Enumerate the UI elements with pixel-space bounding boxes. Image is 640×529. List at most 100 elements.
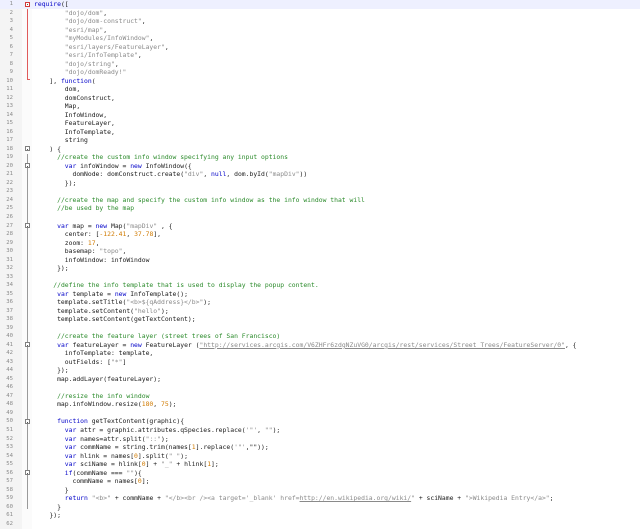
code-line[interactable]: 10 ], function( [0, 77, 640, 86]
fold-toggle-icon[interactable] [25, 1, 30, 7]
code-token: template = [68, 289, 115, 298]
code-line[interactable]: 20 var infoWindow = new InfoWindow({ [0, 162, 640, 171]
code-token: featureLayer = [68, 340, 131, 349]
code-line[interactable]: 51 var attr = graphic.attributes.qSpecie… [0, 426, 640, 435]
code-line[interactable]: 45 map.addLayer(featureLayer); [0, 375, 640, 384]
code-line[interactable]: 50 function getTextContent(graphic){ [0, 417, 640, 426]
fold-toggle-icon[interactable] [25, 146, 30, 152]
code-line[interactable]: 55 var sciName = hlink[0] + "_" + hlink[… [0, 460, 640, 469]
code-line[interactable]: 48 map.infoWindow.resize(180, 75); [0, 400, 640, 409]
code-text: var attr = graphic.attributes.qSpecies.r… [34, 426, 281, 435]
code-text: template.setContent("hello"); [34, 307, 169, 316]
number-token: -122.41 [99, 230, 127, 239]
code-line[interactable]: 57 commName = names[0]; [0, 477, 640, 486]
code-line[interactable]: 17 string [0, 136, 640, 145]
fold-toggle-icon[interactable] [25, 418, 30, 424]
code-line[interactable]: 39 [0, 324, 640, 333]
code-token: , [137, 51, 142, 60]
comment-token: //create the custom info window specifyi… [57, 153, 288, 162]
code-line[interactable]: 61 }); [0, 511, 640, 520]
code-line[interactable]: 58 } [0, 486, 640, 495]
code-line[interactable]: 54 var hlink = names[0].split(" "); [0, 452, 640, 461]
code-line[interactable]: 8 "dojo/string", [0, 60, 640, 69]
code-line[interactable]: 31 infoWindow: infoWindow [0, 256, 640, 265]
fold-toggle-icon[interactable] [25, 163, 30, 169]
code-line[interactable]: 18 ) { [0, 145, 640, 154]
code-line[interactable]: 37 template.setContent("hello"); [0, 307, 640, 316]
line-number: 9 [9, 69, 13, 76]
code-line[interactable]: 47 //resize the info window [0, 392, 640, 401]
code-line[interactable]: 40 //create the feature layer (street tr… [0, 332, 640, 341]
line-number: 2 [9, 9, 13, 16]
code-line[interactable]: 12 domConstruct, [0, 94, 640, 103]
line-number: 33 [6, 273, 13, 280]
code-line[interactable]: 15 FeatureLayer, [0, 119, 640, 128]
code-line[interactable]: 25 //be used by the map [0, 204, 640, 213]
code-line[interactable]: 19 //create the custom info window speci… [0, 153, 640, 162]
keyword-token: var [57, 340, 69, 349]
code-token: InfoTemplate, [34, 127, 115, 136]
code-text: map.addLayer(featureLayer); [34, 375, 161, 384]
code-line[interactable]: 27 var map = new Map("mapDiv" , { [0, 222, 640, 231]
code-line[interactable]: 6 "esri/layers/FeatureLayer", [0, 43, 640, 52]
code-line[interactable]: 7 "esri/InfoTemplate", [0, 51, 640, 60]
code-line[interactable]: 44 }); [0, 366, 640, 375]
line-number: 43 [6, 358, 13, 365]
code-line[interactable]: 2 "dojo/dom", [0, 9, 640, 18]
code-line[interactable]: 1 require([ [0, 0, 640, 9]
code-line[interactable]: 60 } [0, 503, 640, 512]
code-line[interactable]: 35 var template = new InfoTemplate(); [0, 290, 640, 299]
line-number: 22 [6, 179, 13, 186]
code-editor[interactable]: 1 require([2 "dojo/dom", 3 "dojo/dom-const… [0, 0, 640, 529]
fold-toggle-icon[interactable] [25, 470, 30, 476]
code-line[interactable]: 23 [0, 187, 640, 196]
code-line[interactable]: 3 "dojo/dom-construct", [0, 17, 640, 26]
code-token: basemap: [34, 247, 100, 256]
line-number: 20 [6, 162, 13, 169]
code-line[interactable]: 16 InfoTemplate, [0, 128, 640, 137]
code-line[interactable]: 46 [0, 383, 640, 392]
code-token: FeatureLayer ( [141, 340, 200, 349]
code-line[interactable]: 30 basemap: "topo", [0, 247, 640, 256]
code-text: } [34, 486, 69, 495]
code-text: }); [34, 511, 61, 520]
fold-toggle-icon[interactable] [25, 342, 30, 348]
code-line[interactable]: 41 var featureLayer = new FeatureLayer (… [0, 341, 640, 350]
code-line[interactable]: 49 [0, 409, 640, 418]
code-line[interactable]: 28 center: [-122.41, 37.78], [0, 230, 640, 239]
code-line[interactable]: 5 "myModules/InfoWindow", [0, 34, 640, 43]
code-line[interactable]: 52 var names=attr.split("::"); [0, 435, 640, 444]
code-token: ([ [60, 0, 69, 8]
string-token: "mapDiv" [268, 170, 300, 179]
code-line[interactable]: 29 zoom: 17, [0, 239, 640, 248]
code-line[interactable]: 13 Map, [0, 102, 640, 111]
code-line[interactable]: 56 if(commName === ""){ [0, 469, 640, 478]
code-line[interactable]: 4 "esri/map", [0, 26, 640, 35]
code-line[interactable]: 26 [0, 213, 640, 222]
code-line[interactable]: 59 return "<b>" + commName + "</b><br />… [0, 494, 640, 503]
code-text: //define the info template that is used … [34, 281, 318, 290]
code-text: //be used by the map [34, 204, 134, 213]
code-line[interactable]: 22 }); [0, 179, 640, 188]
code-line[interactable]: 36 template.setTitle("<b>${qAddress}</b>… [0, 298, 640, 307]
code-line[interactable]: 32 }); [0, 264, 640, 273]
code-line[interactable]: 53 var commName = string.trim(names[1].r… [0, 443, 640, 452]
code-line[interactable]: 34 //define the info template that is us… [0, 281, 640, 290]
code-line[interactable]: 11 dom, [0, 85, 640, 94]
code-line[interactable]: 42 infoTemplate: template, [0, 349, 640, 358]
code-line[interactable]: 62 [0, 520, 640, 529]
code-line[interactable]: 24 //create the map and specify the cust… [0, 196, 640, 205]
code-line[interactable]: 33 [0, 273, 640, 282]
fold-toggle-icon[interactable] [25, 223, 30, 229]
code-line[interactable]: 43 outFields: ["*"] [0, 358, 640, 367]
code-line[interactable]: 9 "dojo/domReady!" [0, 68, 640, 77]
code-line[interactable]: 21 domNode: domConstruct.create("div", n… [0, 170, 640, 179]
code-line[interactable]: 38 template.setContent(getTextContent); [0, 315, 640, 324]
code-line[interactable]: 14 InfoWindow, [0, 111, 640, 120]
